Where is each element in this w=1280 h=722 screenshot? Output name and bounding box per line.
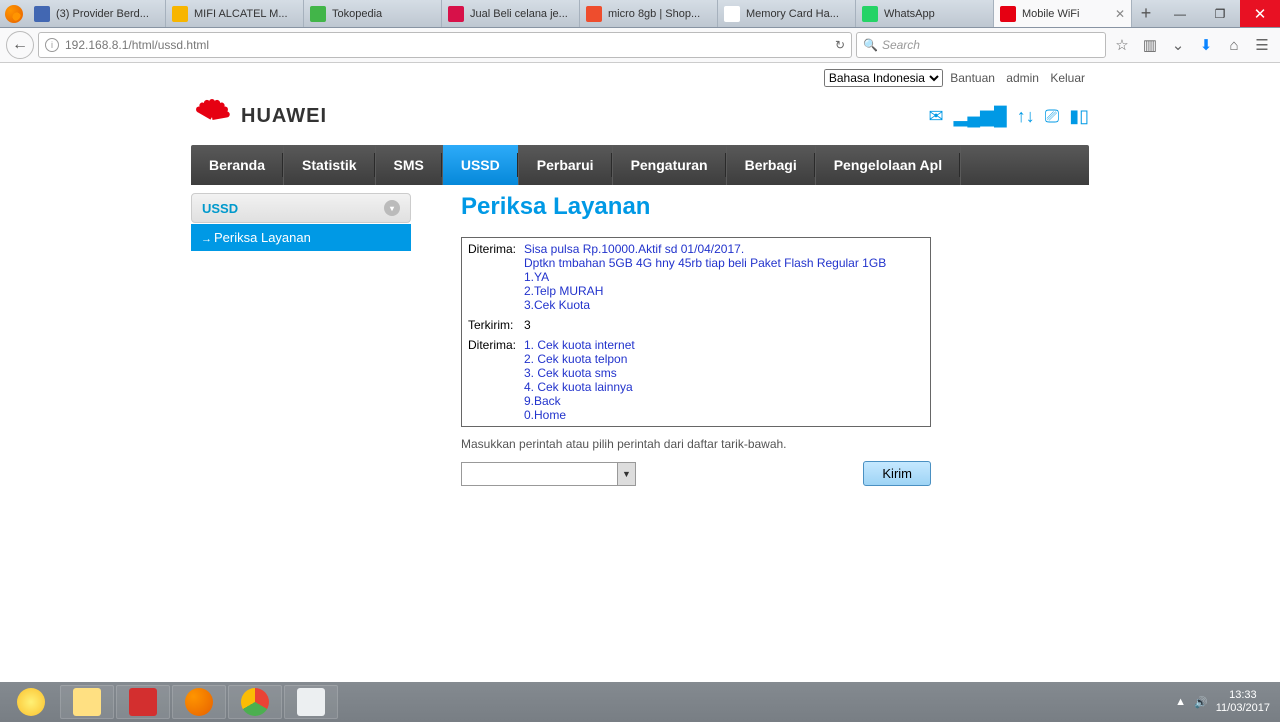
menu-icon[interactable]: ☰ bbox=[1250, 36, 1274, 54]
sidebar: USSD ▾ Periksa Layanan bbox=[191, 193, 411, 682]
signal-icon: ▂▄▆█ bbox=[954, 106, 1007, 127]
search-placeholder: Search bbox=[882, 38, 920, 52]
firefox-icon bbox=[0, 0, 28, 27]
download-icon[interactable]: ⬇ bbox=[1194, 36, 1218, 54]
taskbar-chrome[interactable] bbox=[228, 685, 282, 719]
browser-tab[interactable]: Mobile WiFi✕ bbox=[994, 0, 1132, 27]
nav-ussd[interactable]: USSD bbox=[443, 145, 519, 185]
huawei-mark-icon bbox=[191, 97, 233, 135]
help-link[interactable]: Bantuan bbox=[950, 71, 995, 85]
logout-link[interactable]: Keluar bbox=[1050, 71, 1085, 85]
taskbar-firefox[interactable] bbox=[172, 685, 226, 719]
battery-icon: ▮▯ bbox=[1069, 106, 1089, 127]
browser-tab[interactable]: Jual Beli celana je... bbox=[442, 0, 580, 27]
nav-pengelolaan apl[interactable]: Pengelolaan Apl bbox=[816, 145, 961, 185]
brand-name: HUAWEI bbox=[241, 105, 327, 128]
ussd-log[interactable]: Diterima:Sisa pulsa Rp.10000.Aktif sd 01… bbox=[461, 237, 931, 427]
updown-icon: ↑↓ bbox=[1017, 106, 1035, 127]
tab-close-icon[interactable]: ✕ bbox=[1115, 7, 1125, 21]
browser-tab[interactable]: WhatsApp bbox=[856, 0, 994, 27]
browser-tab[interactable]: Memory Card Ha... bbox=[718, 0, 856, 27]
command-input[interactable] bbox=[462, 463, 617, 485]
mail-icon[interactable]: ✉ bbox=[928, 106, 943, 127]
taskbar-app-red[interactable] bbox=[116, 685, 170, 719]
tray-clock[interactable]: 13:33 11/03/2017 bbox=[1216, 689, 1270, 715]
home-icon[interactable]: ⌂ bbox=[1222, 37, 1246, 54]
browser-toolbar: ← i 192.168.8.1/html/ussd.html ↻ 🔍 Searc… bbox=[0, 28, 1280, 63]
command-combobox[interactable]: ▼ bbox=[461, 462, 636, 486]
start-button[interactable] bbox=[4, 685, 58, 719]
url-bar[interactable]: i 192.168.8.1/html/ussd.html ↻ bbox=[38, 32, 852, 58]
window-maximize[interactable]: ❐ bbox=[1200, 0, 1240, 27]
search-icon: 🔍 bbox=[863, 38, 878, 52]
nav-statistik[interactable]: Statistik bbox=[284, 145, 375, 185]
back-button[interactable]: ← bbox=[6, 31, 34, 59]
nav-beranda[interactable]: Beranda bbox=[191, 145, 284, 185]
taskbar-explorer[interactable] bbox=[60, 685, 114, 719]
page-viewport: Bahasa Indonesia Bantuan admin Keluar HU… bbox=[0, 63, 1280, 682]
nav-sms[interactable]: SMS bbox=[376, 145, 443, 185]
status-icons: ✉ ▂▄▆█ ↑↓ ⎚ ▮▯ bbox=[928, 106, 1089, 127]
admin-link[interactable]: admin bbox=[1006, 71, 1039, 85]
browser-tab[interactable]: MIFI ALCATEL M... bbox=[166, 0, 304, 27]
language-select[interactable]: Bahasa Indonesia bbox=[824, 69, 943, 87]
bookmark-icon[interactable]: ☆ bbox=[1110, 36, 1134, 54]
sidebar-item-periksa[interactable]: Periksa Layanan bbox=[191, 224, 411, 251]
browser-tabstrip: (3) Provider Berd...MIFI ALCATEL M...Tok… bbox=[0, 0, 1280, 28]
collapse-icon[interactable]: ▾ bbox=[384, 200, 400, 216]
tray-network-icon[interactable]: 🔊 bbox=[1194, 696, 1208, 709]
window-minimize[interactable]: — bbox=[1160, 0, 1200, 27]
send-button[interactable]: Kirim bbox=[863, 461, 931, 486]
rx-label: Diterima: bbox=[468, 242, 524, 256]
browser-tab[interactable]: (3) Provider Berd... bbox=[28, 0, 166, 27]
chevron-down-icon[interactable]: ▼ bbox=[617, 463, 635, 485]
browser-tab[interactable]: micro 8gb | Shop... bbox=[580, 0, 718, 27]
nav-pengaturan[interactable]: Pengaturan bbox=[613, 145, 727, 185]
pocket-icon[interactable]: ⌄ bbox=[1166, 36, 1190, 54]
browser-tab[interactable]: Tokopedia bbox=[304, 0, 442, 27]
page-info-icon[interactable]: i bbox=[45, 38, 59, 52]
taskbar-app[interactable] bbox=[284, 685, 338, 719]
top-bar: Bahasa Indonesia Bantuan admin Keluar bbox=[191, 63, 1089, 87]
tray-icon[interactable]: ▲ bbox=[1175, 696, 1186, 708]
sidebar-heading[interactable]: USSD ▾ bbox=[191, 193, 411, 223]
page-title: Periksa Layanan bbox=[461, 193, 1089, 221]
nav-berbagi[interactable]: Berbagi bbox=[727, 145, 816, 185]
tx-label: Terkirim: bbox=[468, 318, 524, 332]
instruction-text: Masukkan perintah atau pilih perintah da… bbox=[461, 437, 1089, 451]
search-bar[interactable]: 🔍 Search bbox=[856, 32, 1106, 58]
windows-taskbar: ▲ 🔊 13:33 11/03/2017 bbox=[0, 682, 1280, 722]
reload-icon[interactable]: ↻ bbox=[835, 38, 845, 52]
main-nav: BerandaStatistikSMSUSSDPerbaruiPengatura… bbox=[191, 145, 1089, 185]
window-close[interactable]: ✕ bbox=[1240, 0, 1280, 27]
nav-perbarui[interactable]: Perbarui bbox=[519, 145, 613, 185]
url-text: 192.168.8.1/html/ussd.html bbox=[65, 38, 209, 52]
huawei-logo: HUAWEI bbox=[191, 97, 327, 135]
sidebar-icon[interactable]: ▥ bbox=[1138, 36, 1162, 54]
new-tab-button[interactable]: + bbox=[1132, 0, 1160, 27]
wifi-icon: ⎚ bbox=[1045, 106, 1059, 127]
